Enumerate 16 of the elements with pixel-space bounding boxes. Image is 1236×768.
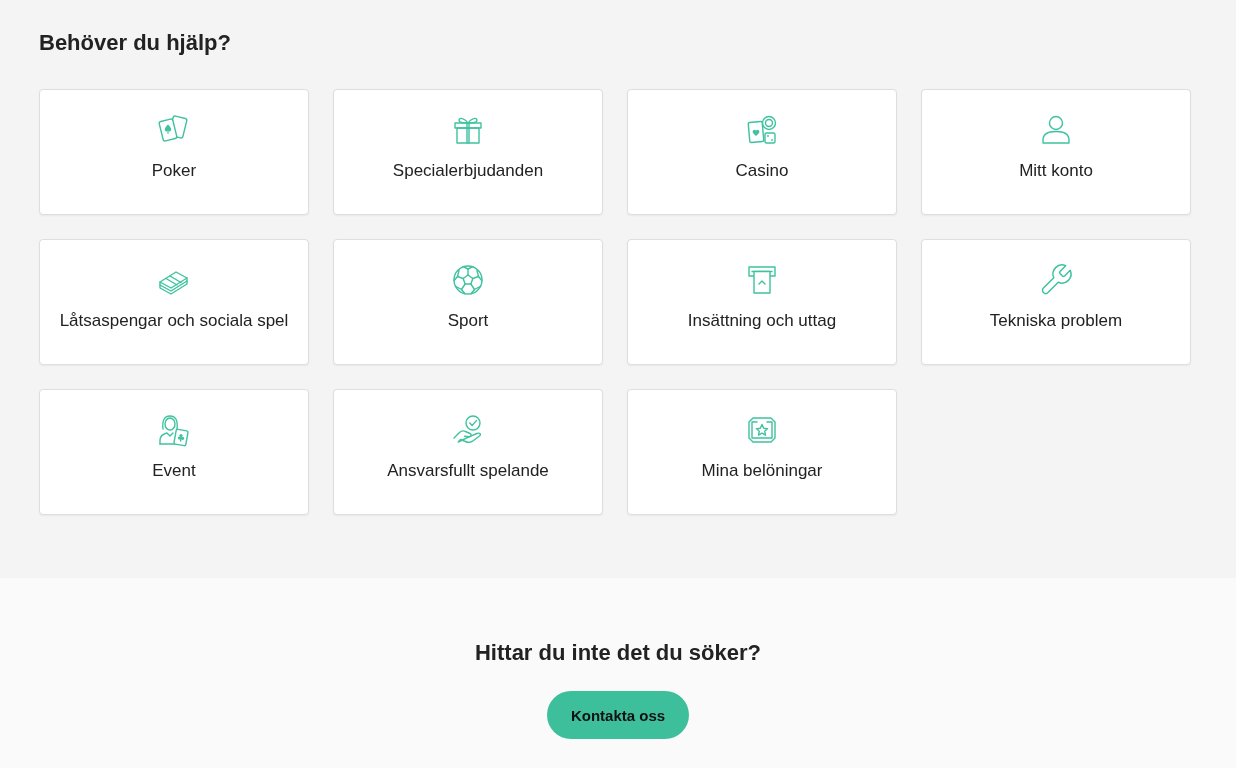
- category-card[interactable]: Låtsaspengar och sociala spel: [39, 239, 309, 365]
- section-heading: Behöver du hjälp?: [39, 29, 231, 57]
- category-card[interactable]: Casino: [627, 89, 897, 215]
- contact-button[interactable]: Kontakta oss: [546, 691, 690, 739]
- category-card[interactable]: Specialerbjudanden: [333, 89, 603, 215]
- contact-heading: Hittar du inte det du söker?: [475, 639, 761, 667]
- category-card[interactable]: Insättning och uttag: [627, 239, 897, 365]
- woman-with-card-icon: [156, 412, 192, 448]
- category-card[interactable]: Tekniska problem: [921, 239, 1191, 365]
- category-card[interactable]: Event: [39, 389, 309, 515]
- category-card[interactable]: Ansvarsfullt spelande: [333, 389, 603, 515]
- category-card[interactable]: Mitt konto: [921, 89, 1191, 215]
- soccer-ball-icon: [450, 262, 486, 298]
- category-card[interactable]: Sport: [333, 239, 603, 365]
- category-card[interactable]: Mina belöningar: [627, 389, 897, 515]
- category-card[interactable]: Poker: [39, 89, 309, 215]
